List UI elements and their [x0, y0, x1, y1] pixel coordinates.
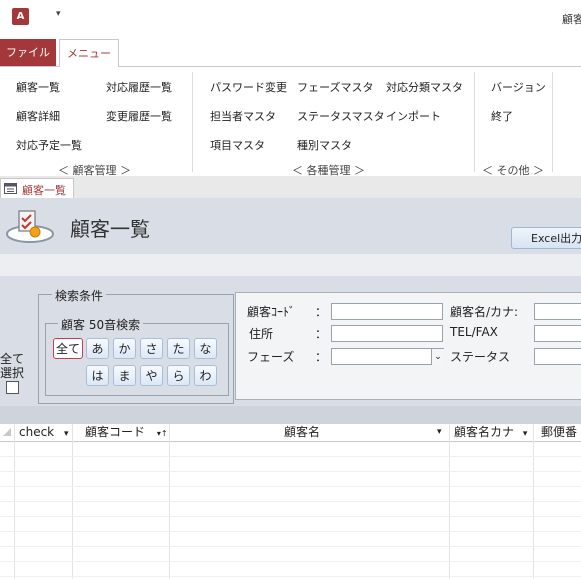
status-master-button[interactable]: ステータスマスタ — [297, 108, 385, 124]
customer-name-kana-input[interactable] — [534, 303, 581, 320]
kana-button-ka[interactable]: か — [113, 338, 136, 359]
kana-button-ra[interactable]: ら — [167, 365, 190, 386]
column-header-label: 顧客名カナ — [454, 425, 515, 439]
column-sort-icon[interactable]: ▾ — [523, 429, 528, 439]
kana-button-wa[interactable]: わ — [194, 365, 217, 386]
select-all-label-line1: 全て — [0, 352, 25, 366]
chevron-down-icon[interactable]: ⌄ — [431, 349, 444, 365]
kana-button-a[interactable]: あ — [86, 338, 109, 359]
column-header-label: 顧客名 — [284, 425, 321, 439]
customer-list-button[interactable]: 顧客一覧 — [16, 79, 60, 95]
schedule-list-button[interactable]: 対応予定一覧 — [16, 137, 82, 153]
column-filter-icon[interactable]: ▾↑ — [157, 429, 168, 438]
window-title: 顧客 — [562, 13, 581, 26]
grid-row-line — [0, 561, 581, 562]
kana-search-legend: 顧客 50音検索 — [58, 316, 144, 333]
document-tab-customer-list[interactable]: 顧客一覧 — [0, 178, 74, 199]
grid-row-line — [0, 486, 581, 487]
customer-list-logo-icon — [6, 210, 54, 243]
customer-code-label: 顧客ｺｰﾄﾞ — [247, 305, 296, 319]
change-history-button[interactable]: 変更履歴一覧 — [106, 108, 172, 124]
tel-fax-input[interactable] — [534, 325, 581, 342]
tab-file[interactable]: ファイル — [0, 39, 56, 66]
phase-label: フェーズ — [247, 350, 295, 364]
status-select[interactable] — [534, 348, 581, 365]
select-all-checkbox[interactable] — [6, 381, 19, 394]
category-master-button[interactable]: 対応分類マスタ — [386, 79, 463, 95]
title-bar — [0, 0, 581, 38]
grid-row-line — [0, 471, 581, 472]
colon-label: ： — [315, 350, 328, 364]
grid-row-line — [0, 531, 581, 532]
item-master-button[interactable]: 項目マスタ — [210, 137, 265, 153]
address-input[interactable] — [331, 325, 443, 342]
column-header-label: 顧客コード — [85, 425, 146, 439]
search-conditions-legend: 検索条件 — [52, 287, 107, 304]
column-header-label: check — [19, 425, 55, 439]
colon-label: ： — [315, 305, 328, 319]
import-button[interactable]: インポート — [386, 108, 441, 124]
form-icon — [4, 183, 17, 194]
column-header-customer-code[interactable]: 顧客コード ▾↑ — [85, 424, 168, 441]
tab-menu[interactable]: メニュー — [59, 39, 119, 67]
status-label: ステータス — [450, 350, 511, 364]
kana-button-ma[interactable]: ま — [113, 365, 136, 386]
grid-row-line — [0, 456, 581, 457]
phase-master-button[interactable]: フェーズマスタ — [297, 79, 373, 95]
tel-fax-label: TEL/FAX — [450, 325, 498, 339]
history-list-button[interactable]: 対応履歴一覧 — [106, 79, 172, 95]
customer-detail-button[interactable]: 顧客詳細 — [16, 108, 60, 124]
document-tab-label: 顧客一覧 — [22, 184, 66, 197]
kana-button-sa[interactable]: さ — [140, 338, 163, 359]
column-sort-icon[interactable]: ▾ — [64, 429, 69, 439]
kana-button-ha[interactable]: は — [86, 365, 109, 386]
kana-button-ya[interactable]: や — [140, 365, 163, 386]
exit-button[interactable]: 終了 — [491, 108, 513, 124]
form-band — [0, 406, 581, 424]
form-band — [0, 254, 581, 276]
kana-button-ta[interactable]: た — [167, 338, 190, 359]
password-change-button[interactable]: パスワード変更 — [210, 79, 287, 95]
type-master-button[interactable]: 種別マスタ — [297, 137, 352, 153]
customer-name-kana-label: 顧客名/カナ: — [450, 305, 519, 319]
ribbon-separator — [552, 72, 553, 172]
ribbon-separator — [192, 72, 193, 172]
kana-button-na[interactable]: な — [194, 338, 217, 359]
column-header-check[interactable]: check ▾ — [19, 424, 69, 441]
staff-master-button[interactable]: 担当者マスタ — [210, 108, 276, 124]
column-header-customer-kana[interactable]: 顧客名カナ ▾ — [454, 424, 527, 441]
grid-row-line — [0, 576, 581, 577]
grid-row-line — [0, 516, 581, 517]
grid-row-line — [0, 501, 581, 502]
select-all-label: 全て 選択 — [0, 352, 24, 380]
select-all-rows-icon[interactable] — [2, 427, 12, 437]
column-header-postal-code[interactable]: 郵便番 — [541, 424, 577, 441]
quick-access-dropdown-icon[interactable]: ▾ — [56, 9, 61, 19]
column-header-customer-name[interactable]: 顧客名 — [284, 424, 320, 441]
access-app-icon[interactable]: A — [12, 8, 29, 25]
kana-button-all[interactable]: 全て — [53, 338, 83, 359]
colon-label: ： — [315, 327, 328, 341]
document-tab-bar — [0, 176, 581, 199]
column-sort-icon[interactable]: ▾ — [437, 424, 442, 441]
select-all-label-line2: 選択 — [0, 366, 25, 380]
grid-row-line — [0, 546, 581, 547]
customer-code-input[interactable] — [331, 303, 443, 320]
address-label: 住所 — [249, 327, 274, 341]
excel-export-button[interactable]: Excel出力 — [511, 227, 581, 249]
phase-select[interactable] — [331, 348, 444, 365]
form-title: 顧客一覧 — [70, 217, 150, 241]
ribbon-separator — [474, 72, 475, 172]
version-button[interactable]: バージョン — [491, 79, 546, 95]
